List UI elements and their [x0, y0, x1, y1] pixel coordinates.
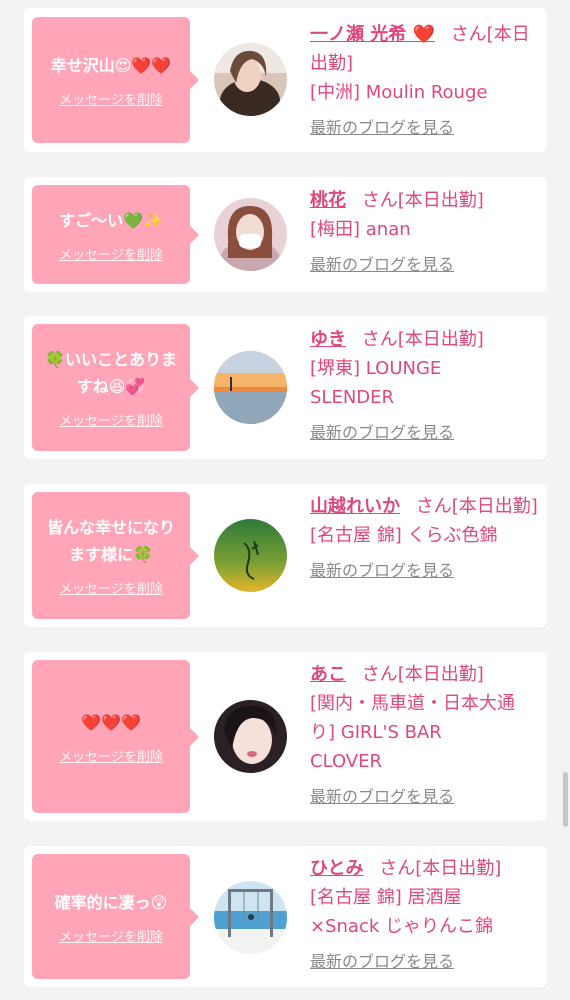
message-text: ❤️❤️❤️	[81, 712, 141, 732]
shop-text: [堺東] LOUNGE SLENDER	[310, 358, 442, 408]
avatar[interactable]	[214, 881, 287, 954]
shop-text: [関内・馬車道・日本大通 り] GIRL'S BAR CLOVER	[310, 693, 516, 772]
profile-name-link[interactable]: 山越れいか	[310, 496, 400, 517]
delete-message-link[interactable]: メッセージを削除	[59, 578, 163, 597]
message-bubble: 確率的に凄っ😲 メッセージを削除	[32, 854, 199, 979]
delete-message-link[interactable]: メッセージを削除	[59, 410, 163, 429]
delete-message-link[interactable]: メッセージを削除	[59, 89, 163, 108]
message-list: 幸せ沢山😍❤️❤️ メッセージを削除 一ノ瀬 光希 ❤️ さん[本日出勤] [中…	[0, 0, 570, 1000]
woman-closeup-photo-icon	[214, 700, 287, 773]
latest-blog-link[interactable]: 最新のブログを見る	[310, 113, 540, 142]
shop-text: [梅田] anan	[310, 219, 411, 240]
avatar[interactable]	[214, 351, 287, 424]
avatar[interactable]	[214, 198, 287, 271]
profile-name-link[interactable]: 一ノ瀬 光希 ❤️	[310, 24, 435, 45]
message-bubble: 皆んな幸せになり ます様に🍀 メッセージを削除	[32, 492, 199, 619]
list-item: ❤️❤️❤️ メッセージを削除 あこ さん[本日出勤] [関内・馬車道・日本大通…	[24, 652, 547, 821]
shop-text: [名古屋 錦] くらぶ色錦	[310, 525, 498, 546]
status-text: さん[本日出勤]	[361, 329, 484, 350]
latest-blog-link[interactable]: 最新のブログを見る	[310, 250, 540, 279]
list-item: 幸せ沢山😍❤️❤️ メッセージを削除 一ノ瀬 光希 ❤️ さん[本日出勤] [中…	[24, 8, 547, 152]
status-text: さん[本日出勤]	[361, 664, 484, 685]
avatar[interactable]	[214, 519, 287, 592]
green-logo-photo-icon	[214, 519, 287, 592]
delete-message-link[interactable]: メッセージを削除	[59, 926, 163, 945]
list-item: 🍀いいことありま すね😆💞 メッセージを削除 ゆき さん[本日出勤] [堺東] …	[24, 316, 547, 459]
message-bubble: 幸せ沢山😍❤️❤️ メッセージを削除	[32, 17, 199, 143]
shop-text: [中洲] Moulin Rouge	[310, 82, 488, 103]
status-text: さん[本日出勤]	[361, 190, 484, 211]
latest-blog-link[interactable]: 最新のブログを見る	[310, 782, 540, 811]
status-text: さん[本日出勤]	[415, 496, 538, 517]
profile-name-link[interactable]: ゆき	[310, 329, 346, 350]
profile-info: 桃花 さん[本日出勤] [梅田] anan 最新のブログを見る	[310, 186, 540, 279]
message-bubble: すご〜い💚✨ メッセージを削除	[32, 185, 199, 284]
profile-info: ひとみ さん[本日出勤] [名古屋 錦] 居酒屋 ×Snack じゃりんこ錦 最…	[310, 854, 540, 976]
scrollbar[interactable]	[563, 772, 568, 827]
woman-selfie-photo-icon	[214, 43, 287, 116]
profile-name-link[interactable]: ひとみ	[310, 858, 363, 879]
avatar[interactable]	[214, 700, 287, 773]
delete-message-link[interactable]: メッセージを削除	[59, 746, 163, 765]
profile-info: 山越れいか さん[本日出勤] [名古屋 錦] くらぶ色錦 最新のブログを見る	[310, 492, 540, 585]
woman-mask-photo-icon	[214, 198, 287, 271]
message-bubble: ❤️❤️❤️ メッセージを削除	[32, 660, 199, 813]
message-text: 確率的に凄っ😲	[54, 892, 168, 912]
profile-name-link[interactable]: 桃花	[310, 190, 346, 211]
profile-info: あこ さん[本日出勤] [関内・馬車道・日本大通 り] GIRL'S BAR C…	[310, 660, 540, 811]
message-text: 幸せ沢山😍❤️❤️	[50, 56, 172, 75]
latest-blog-link[interactable]: 最新のブログを見る	[310, 556, 540, 585]
list-item: 皆んな幸せになり ます様に🍀 メッセージを削除 山越れいか さん[本日出勤] […	[24, 484, 547, 627]
message-text: 皆んな幸せになり ます様に🍀	[46, 518, 175, 564]
profile-info: ゆき さん[本日出勤] [堺東] LOUNGE SLENDER 最新のブログを見…	[310, 325, 540, 447]
message-bubble: 🍀いいことありま すね😆💞 メッセージを削除	[32, 324, 199, 451]
latest-blog-link[interactable]: 最新のブログを見る	[310, 418, 540, 447]
shop-text: [名古屋 錦] 居酒屋 ×Snack じゃりんこ錦	[310, 887, 493, 937]
profile-name-link[interactable]: あこ	[310, 664, 346, 685]
swing-ocean-photo-icon	[214, 881, 287, 954]
list-item: 確率的に凄っ😲 メッセージを削除 ひとみ さん[本日出勤] [名古屋 錦] 居酒…	[24, 846, 547, 987]
message-text: すご〜い💚✨	[59, 210, 163, 230]
sunset-beach-photo-icon	[214, 351, 287, 424]
delete-message-link[interactable]: メッセージを削除	[59, 244, 163, 263]
avatar[interactable]	[214, 43, 287, 116]
list-item: すご〜い💚✨ メッセージを削除 桃花 さん[本日出勤] [梅田] anan 最新…	[24, 177, 547, 292]
status-text: さん[本日出勤]	[379, 858, 502, 879]
message-text: 🍀いいことありま すね😆💞	[45, 350, 177, 396]
latest-blog-link[interactable]: 最新のブログを見る	[310, 947, 540, 976]
profile-info: 一ノ瀬 光希 ❤️ さん[本日出勤] [中洲] Moulin Rouge 最新の…	[310, 20, 540, 142]
